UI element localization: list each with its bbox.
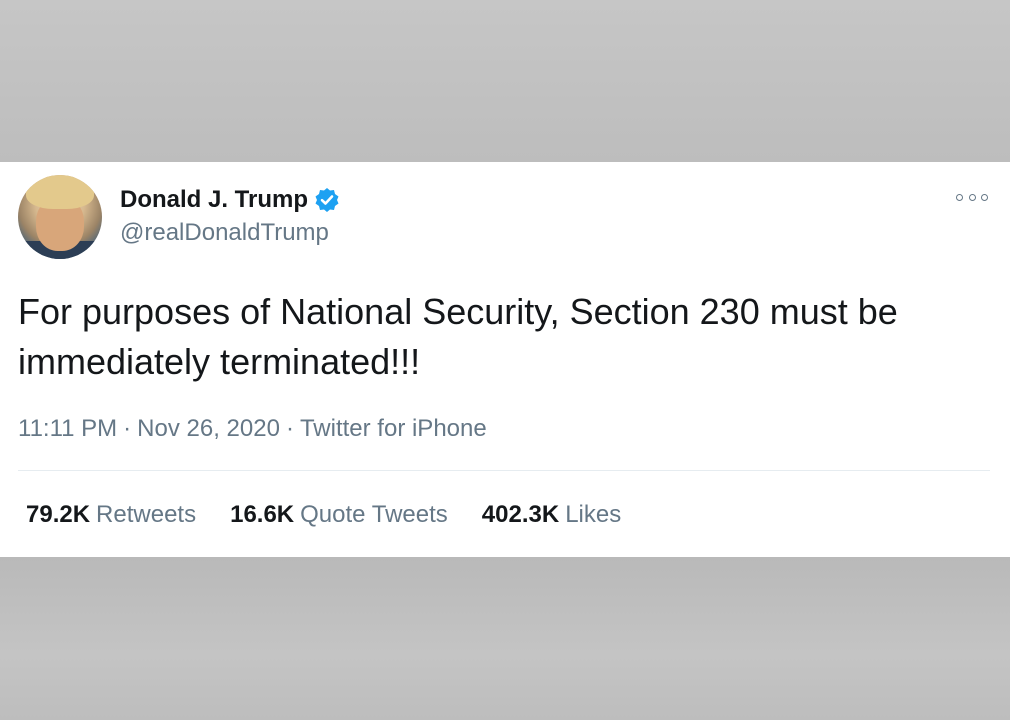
tweet-meta: 11:11 PM · Nov 26, 2020 · Twitter for iPhone — [18, 414, 487, 444]
likes-stat[interactable]: 402.3K Likes — [482, 500, 621, 530]
background-top — [0, 0, 1010, 162]
more-dot-icon — [981, 193, 988, 201]
divider — [18, 470, 990, 471]
more-dot-icon — [956, 193, 963, 201]
quote-tweets-count: 16.6K — [230, 501, 295, 528]
retweets-label: Retweets — [96, 501, 197, 528]
likes-label: Likes — [565, 501, 622, 528]
author-name-row: Donald J. Trump — [120, 186, 340, 214]
meta-separator: · — [123, 415, 132, 442]
likes-count: 402.3K — [481, 501, 560, 528]
tweet-stats: 79.2K Retweets 16.6K Quote Tweets 402.3K Li… — [26, 500, 655, 530]
quote-tweets-label: Quote Tweets — [300, 501, 448, 528]
display-name[interactable]: Donald J. Trump — [120, 186, 308, 214]
meta-separator: · — [285, 415, 294, 442]
retweets-stat[interactable]: 79.2K Retweets — [26, 500, 196, 530]
avatar[interactable] — [18, 175, 102, 259]
tweet-card: Donald J. Trump @realDonaldTrump For pur… — [0, 162, 1010, 557]
avatar-hair — [26, 175, 94, 209]
tweet-source[interactable]: Twitter for iPhone — [300, 415, 487, 442]
user-handle[interactable]: @realDonaldTrump — [120, 219, 329, 247]
quote-tweets-stat[interactable]: 16.6K Quote Tweets — [230, 500, 448, 530]
tweet-time[interactable]: 11:11 PM — [18, 415, 117, 442]
verified-badge-icon — [314, 187, 340, 213]
retweets-count: 79.2K — [26, 501, 91, 528]
background-bottom — [0, 557, 1010, 720]
more-dot-icon — [968, 193, 976, 201]
more-options-icon[interactable] — [956, 190, 988, 204]
tweet-text: For purposes of National Security, Secti… — [18, 291, 898, 382]
tweet-date[interactable]: Nov 26, 2020 — [137, 415, 280, 442]
